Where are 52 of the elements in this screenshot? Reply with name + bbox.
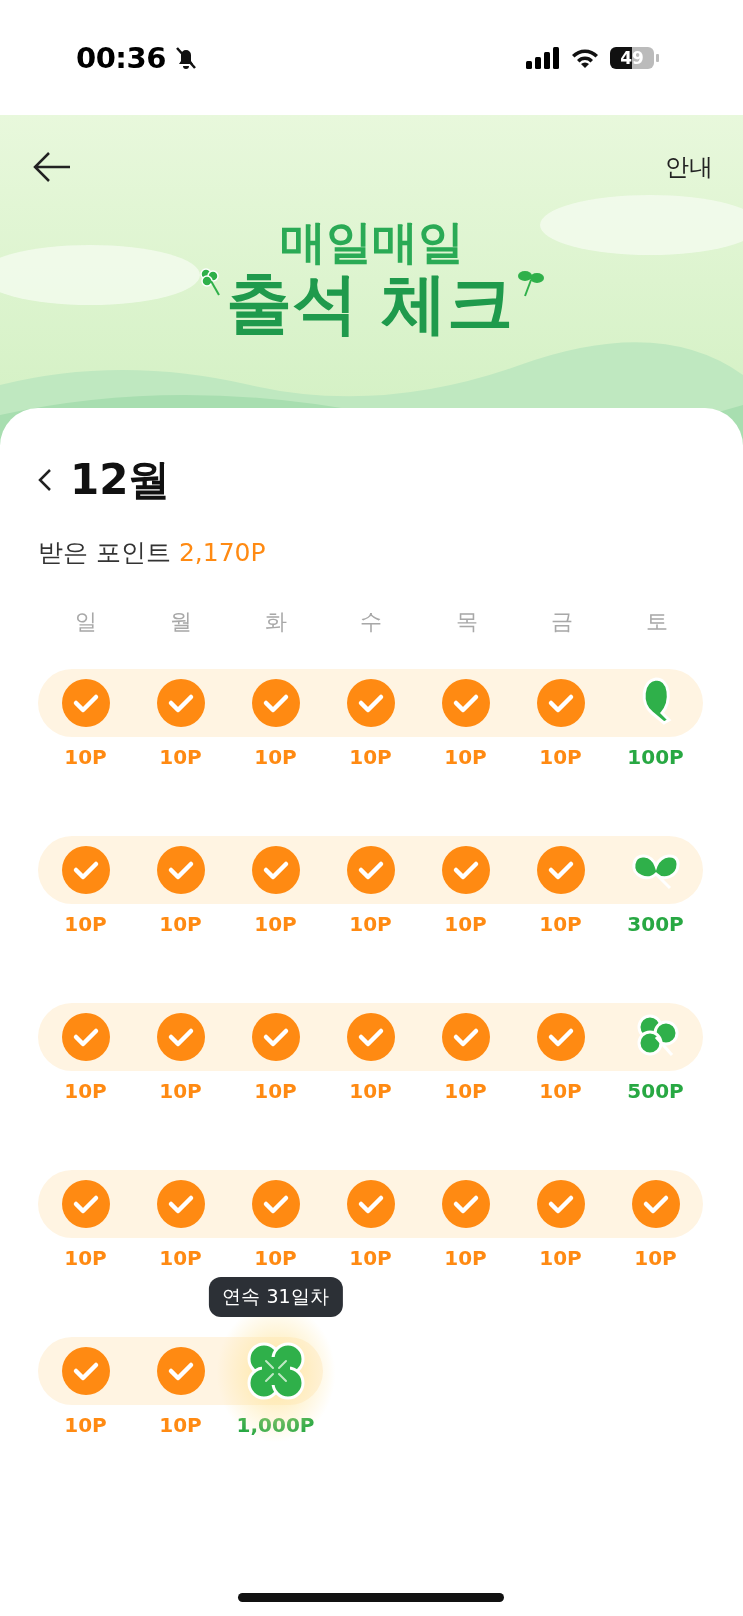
points-label: 10P: [349, 1246, 392, 1270]
status-time: 00:36: [76, 40, 166, 75]
points-label: 10P: [64, 1413, 107, 1437]
points-label: 10P: [159, 1413, 202, 1437]
points-label: 10P: [159, 1079, 202, 1103]
weekday-label: 화: [265, 608, 288, 636]
info-link[interactable]: 안내: [665, 151, 713, 183]
banner-title: 매일매일: [279, 217, 464, 268]
weekday-label: 토: [646, 608, 669, 636]
points-label: 10P: [64, 1246, 107, 1270]
battery-tip-icon: [656, 53, 659, 62]
points-label: 10P: [349, 745, 392, 769]
points-label: 10P: [349, 912, 392, 936]
back-arrow-icon[interactable]: [32, 151, 72, 183]
weekday-label: 월: [169, 608, 192, 636]
points-label: 10P: [254, 1246, 297, 1270]
month-title: 12월: [70, 454, 171, 506]
points-summary: 받은 포인트 2,170P: [38, 537, 267, 569]
points-label: 10P: [254, 912, 297, 936]
points-label: 10P: [444, 912, 487, 936]
clover-sprout-icon: [198, 267, 222, 298]
banner-title: 출석 체크: [226, 267, 513, 341]
points-label: 1,000P: [236, 1413, 315, 1437]
chevron-left-icon[interactable]: [38, 468, 52, 492]
streak-tooltip: 연속 31일차: [208, 1277, 343, 1317]
points-label: 10P: [444, 745, 487, 769]
points-label: 10P: [444, 1079, 487, 1103]
points-label: 100P: [627, 745, 684, 769]
weekday-label: 수: [360, 608, 383, 636]
points-label: 10P: [159, 745, 202, 769]
points-label: 300P: [627, 912, 684, 936]
wifi-icon: [570, 46, 600, 69]
weekday-label: 목: [455, 608, 478, 636]
weekday-label: 금: [551, 608, 574, 636]
points-label: 10P: [64, 745, 107, 769]
battery-icon: 49: [610, 46, 654, 69]
points-label: 10P: [539, 912, 582, 936]
points-label: 10P: [159, 912, 202, 936]
points-label: 10P: [254, 745, 297, 769]
points-label: 500P: [627, 1079, 684, 1103]
points-label: 10P: [64, 1079, 107, 1103]
points-label: 10P: [444, 1246, 487, 1270]
points-label: 10P: [539, 1246, 582, 1270]
points-label: 10P: [539, 1079, 582, 1103]
points-label: 10P: [539, 745, 582, 769]
signal-icon: [526, 46, 560, 69]
points-label: 10P: [634, 1246, 677, 1270]
weekday-label: 일: [74, 608, 97, 636]
points-label: 10P: [254, 1079, 297, 1103]
points-label: 10P: [349, 1079, 392, 1103]
points-label: 10P: [159, 1246, 202, 1270]
points-label: 10P: [64, 912, 107, 936]
